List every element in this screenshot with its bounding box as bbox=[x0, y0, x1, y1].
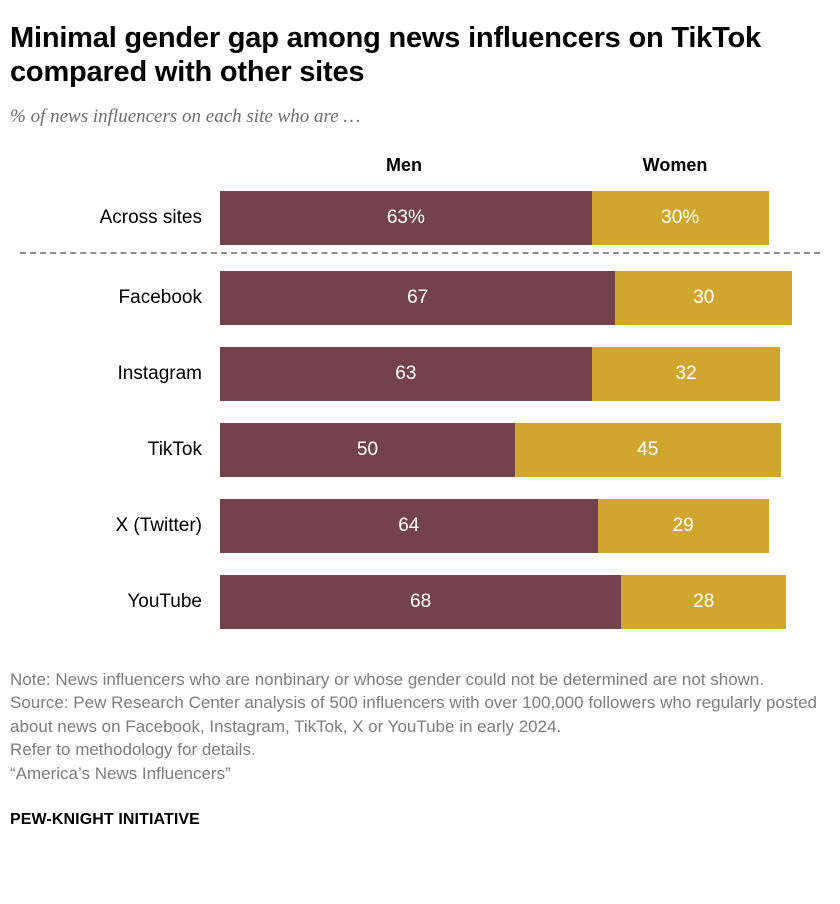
bar-row-label: Across sites bbox=[99, 206, 202, 228]
footnote-report-title: “America’s News Influencers” bbox=[10, 763, 231, 783]
brand-label: PEW-KNIGHT INITIATIVE bbox=[10, 811, 200, 829]
stacked-bar: 64 29 bbox=[220, 498, 769, 553]
bar-segment-women: 30 bbox=[615, 270, 793, 325]
bar-segment-women: 45 bbox=[515, 422, 781, 477]
bar-row: TikTok 50 45 bbox=[10, 422, 830, 477]
bar-row-label: Instagram bbox=[117, 362, 202, 384]
section-divider bbox=[20, 251, 820, 254]
bar-segment-women: 30% bbox=[591, 190, 769, 245]
bar-row-label: X (Twitter) bbox=[115, 514, 202, 536]
bar-row-label: YouTube bbox=[127, 590, 202, 612]
bar-segment-women: 32 bbox=[591, 346, 781, 401]
bar-segment-men: 67 bbox=[220, 270, 616, 325]
stacked-bar: 50 45 bbox=[220, 422, 781, 477]
stacked-bar: 63 32 bbox=[220, 346, 781, 401]
bar-row-label: Facebook bbox=[118, 286, 202, 308]
bar-segment-women: 28 bbox=[621, 574, 787, 629]
page-title: Minimal gender gap among news influencer… bbox=[10, 22, 761, 88]
bar-segment-men: 64 bbox=[220, 498, 598, 553]
bar-chart-plot: Across sites 63% 30% Facebook 67 30 Instagram 6… bbox=[10, 190, 830, 641]
bar-row: X (Twitter) 64 29 bbox=[10, 498, 830, 553]
chart-footer: Note: News influencers who are nonbinary… bbox=[10, 668, 830, 829]
bar-segment-men: 63 bbox=[220, 346, 592, 401]
bar-segment-women: 29 bbox=[597, 498, 769, 553]
chart-subtitle: % of news influencers on each site who a… bbox=[10, 105, 361, 127]
bar-segment-men: 63% bbox=[220, 190, 592, 245]
bar-row: Facebook 67 30 bbox=[10, 270, 830, 325]
stacked-bar: 67 30 bbox=[220, 270, 793, 325]
column-header-men: Men bbox=[386, 154, 422, 175]
bar-segment-men: 50 bbox=[220, 422, 515, 477]
footnote-methodology: Refer to methodology for details. bbox=[10, 740, 256, 760]
chart-card: Minimal gender gap among news influencer… bbox=[0, 0, 840, 904]
footnote-note: Note: News influencers who are nonbinary… bbox=[10, 670, 765, 689]
footnote-source: Source: Pew Research Center analysis of … bbox=[10, 693, 817, 736]
bar-segment-men: 68 bbox=[220, 574, 622, 629]
bar-row: Instagram 63 32 bbox=[10, 346, 830, 401]
column-headers: Men Women bbox=[10, 155, 830, 183]
column-header-women: Women bbox=[642, 154, 708, 175]
bar-row: YouTube 68 28 bbox=[10, 574, 830, 629]
stacked-bar: 63% 30% bbox=[220, 190, 769, 245]
bar-row-label: TikTok bbox=[147, 438, 202, 460]
stacked-bar: 68 28 bbox=[220, 574, 787, 629]
bar-row: Across sites 63% 30% bbox=[10, 190, 830, 245]
